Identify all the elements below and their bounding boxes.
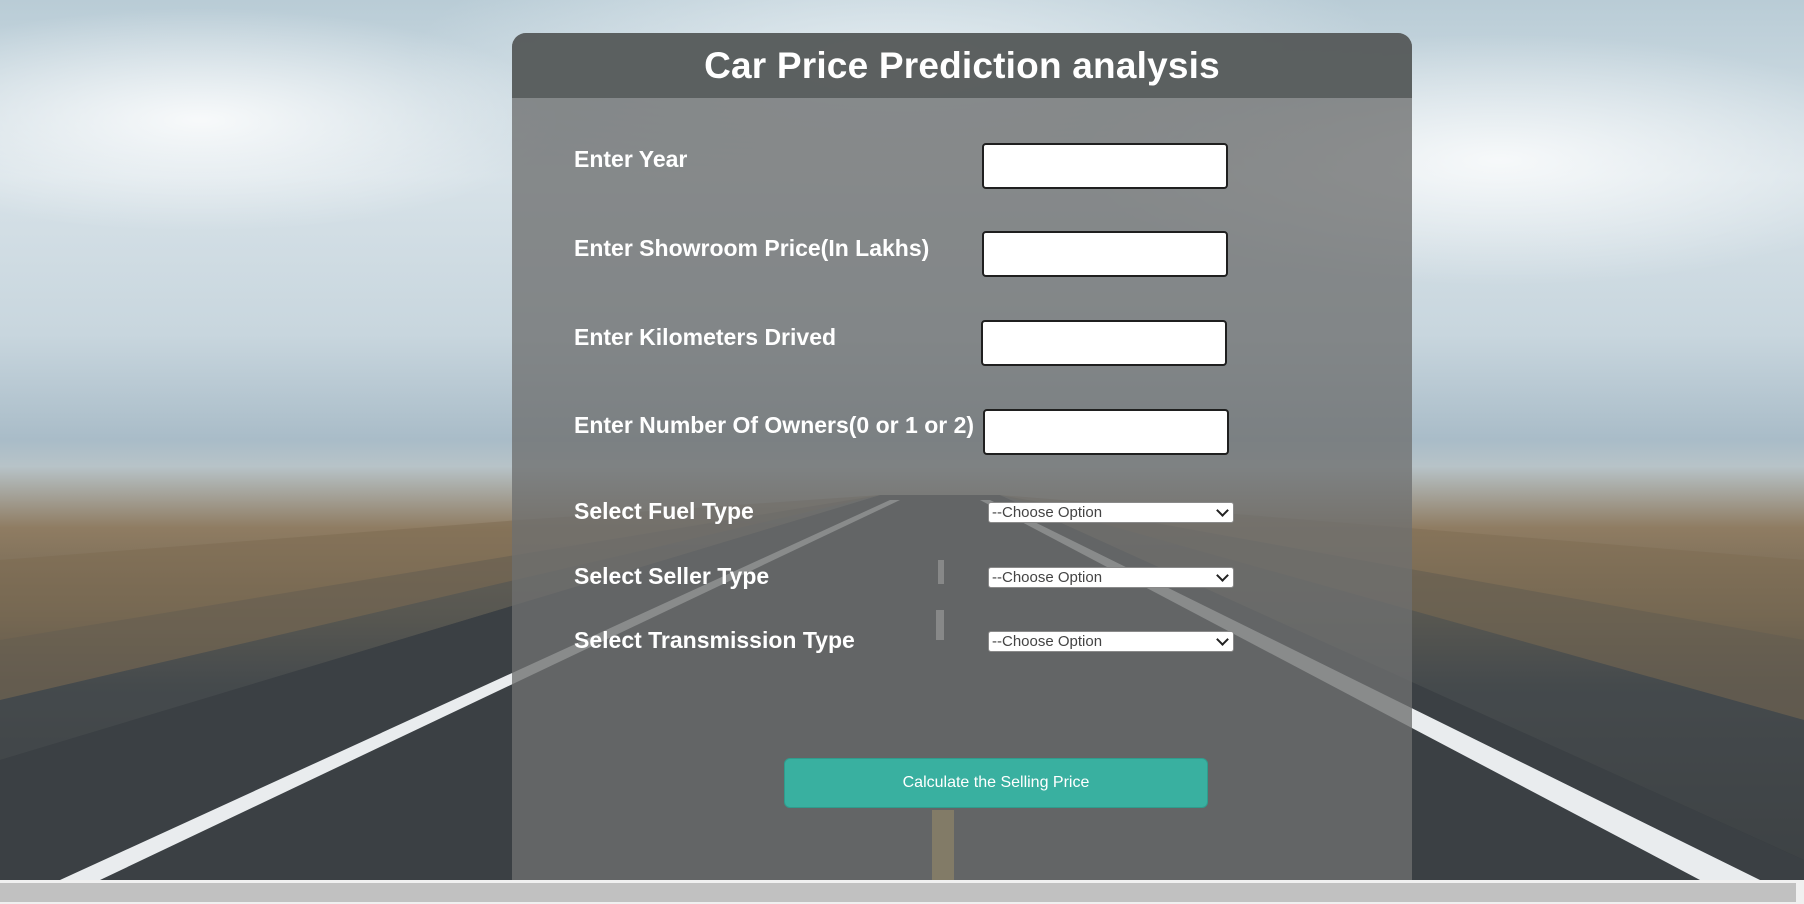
page-title: Car Price Prediction analysis (704, 44, 1220, 86)
chevron-down-icon (1216, 633, 1229, 646)
calculate-price-button[interactable]: Calculate the Selling Price (784, 758, 1208, 808)
horizontal-scrollbar[interactable] (0, 880, 1804, 904)
seller-type-label: Select Seller Type (574, 563, 770, 589)
scrollbar-thumb[interactable] (0, 883, 1796, 902)
transmission-type-selected: --Choose Option (992, 633, 1103, 650)
transmission-type-select[interactable]: --Choose Option (988, 631, 1234, 652)
chevron-down-icon (1216, 569, 1229, 582)
fuel-type-selected: --Choose Option (992, 504, 1103, 521)
kilometers-label: Enter Kilometers Drived (574, 324, 837, 350)
chevron-down-icon (1216, 504, 1229, 517)
year-label: Enter Year (574, 146, 688, 172)
prediction-form-card: Car Price Prediction analysis Enter Year… (512, 33, 1412, 880)
transmission-type-label: Select Transmission Type (574, 627, 855, 653)
seller-type-select[interactable]: --Choose Option (988, 567, 1234, 588)
owners-input[interactable] (983, 409, 1229, 455)
seller-type-selected: --Choose Option (992, 569, 1103, 586)
owners-label: Enter Number Of Owners(0 or 1 or 2) (574, 412, 975, 438)
year-input[interactable] (982, 143, 1228, 189)
showroom-price-label: Enter Showroom Price(In Lakhs) (574, 235, 930, 261)
fuel-type-select[interactable]: --Choose Option (988, 502, 1234, 523)
form-header: Car Price Prediction analysis (512, 33, 1412, 98)
fuel-type-label: Select Fuel Type (574, 498, 754, 524)
kilometers-input[interactable] (981, 320, 1227, 366)
showroom-price-input[interactable] (982, 231, 1228, 277)
